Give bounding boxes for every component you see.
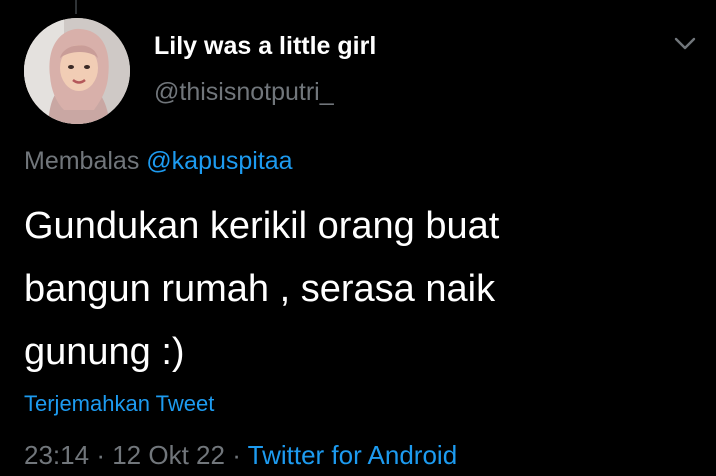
translate-tweet-link[interactable]: Terjemahkan Tweet	[24, 391, 214, 417]
separator: ·	[232, 440, 241, 470]
tweet-metadata: 23:14 · 12 Okt 22 · Twitter for Android	[24, 440, 457, 471]
reply-mention-link[interactable]: @kapuspitaa	[146, 147, 292, 175]
thread-connector-line	[75, 0, 77, 14]
tweet-text: Gundukan kerikil orang buat bangun rumah…	[24, 195, 684, 384]
avatar[interactable]	[24, 18, 130, 124]
tweet-date[interactable]: 12 Okt 22	[112, 440, 225, 470]
reply-context: Membalas @kapuspitaa	[24, 147, 293, 176]
tweet-time[interactable]: 23:14	[24, 440, 89, 470]
source-link[interactable]: Twitter for Android	[248, 440, 458, 470]
chevron-down-icon[interactable]	[672, 30, 698, 56]
tweet-text-line: gunung :)	[24, 331, 185, 373]
display-name[interactable]: Lily was a little girl	[154, 32, 376, 61]
separator: ·	[96, 440, 105, 470]
user-handle[interactable]: @thisisnotputri_	[154, 78, 334, 107]
reply-prefix: Membalas	[24, 147, 140, 175]
avatar-photo-icon	[24, 18, 130, 124]
tweet-text-line: Gundukan kerikil orang buat	[24, 205, 500, 247]
tweet-text-line: bangun rumah , serasa naik	[24, 268, 496, 310]
